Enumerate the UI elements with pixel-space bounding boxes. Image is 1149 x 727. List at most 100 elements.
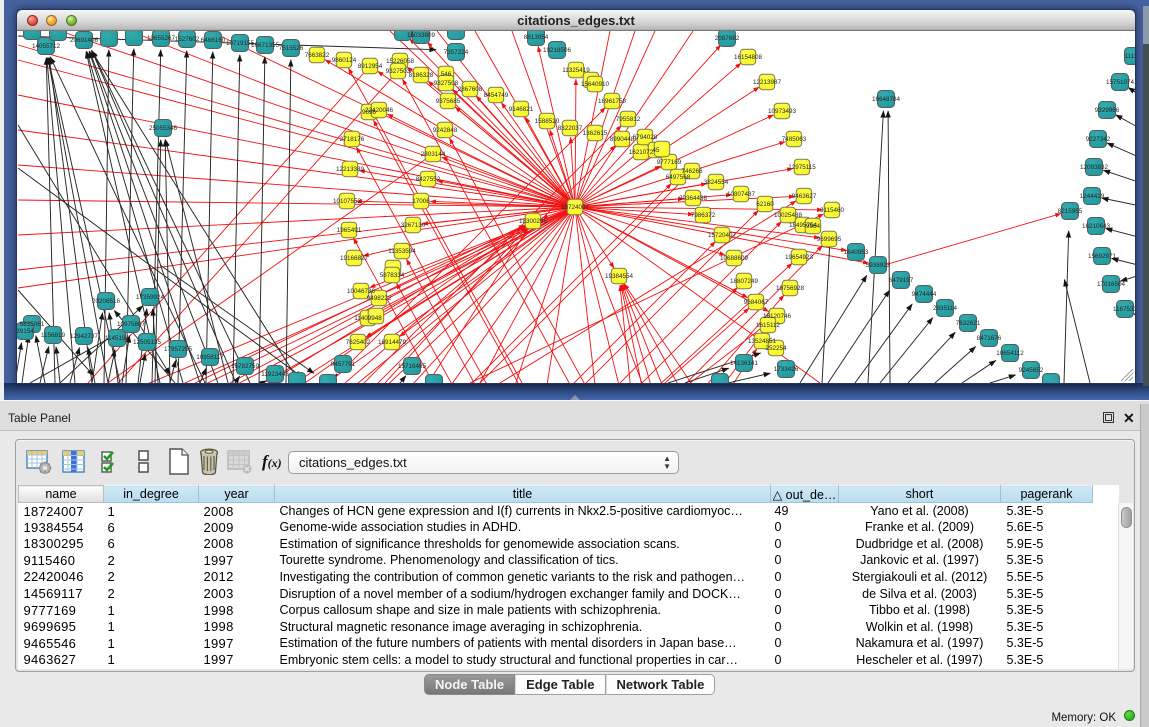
- svg-text:1527602: 1527602: [175, 36, 200, 43]
- svg-text:20206516: 20206516: [92, 298, 121, 305]
- svg-text:6479197: 6479197: [889, 277, 914, 284]
- svg-text:1965491: 1965491: [337, 227, 362, 234]
- svg-text:18724007: 18724007: [561, 204, 590, 211]
- svg-text:19218506: 19218506: [543, 47, 572, 54]
- svg-text:11409948: 11409948: [354, 315, 382, 322]
- svg-text:18300295: 18300295: [519, 218, 548, 225]
- svg-text:9699695: 9699695: [817, 236, 842, 243]
- svg-text:39154: 39154: [17, 328, 34, 335]
- svg-text:12213987: 12213987: [753, 79, 782, 86]
- svg-text:546: 546: [441, 71, 452, 78]
- svg-text:8186328: 8186328: [409, 72, 434, 79]
- svg-text:10046736: 10046736: [347, 288, 376, 295]
- svg-text:14055712: 14055712: [32, 43, 61, 50]
- svg-text:25055346: 25055346: [149, 125, 178, 132]
- svg-text:20691406: 20691406: [70, 37, 99, 44]
- svg-text:9329966: 9329966: [1095, 107, 1120, 114]
- svg-text:7625402: 7625402: [346, 339, 371, 346]
- svg-text:7955812: 7955812: [616, 116, 641, 123]
- svg-text:15716485: 15716485: [398, 363, 427, 370]
- svg-text:10807487: 10807487: [727, 191, 756, 198]
- svg-text:10958117: 10958117: [196, 354, 224, 361]
- svg-text:8427552: 8427552: [416, 176, 441, 183]
- svg-text:6794028: 6794028: [633, 134, 658, 141]
- svg-text:10688609: 10688609: [720, 255, 749, 262]
- svg-text:2935114: 2935114: [933, 305, 958, 312]
- svg-text:22420046: 22420046: [365, 107, 394, 114]
- svg-text:17359924: 17359924: [136, 294, 165, 301]
- svg-text:9860124: 9860124: [332, 57, 357, 64]
- svg-text:11325419: 11325419: [562, 67, 590, 74]
- svg-text:5835061: 5835061: [20, 321, 45, 328]
- svg-text:17957255: 17957255: [164, 346, 193, 353]
- svg-text:746266: 746266: [681, 168, 703, 175]
- svg-text:1733426: 1733426: [774, 366, 799, 373]
- svg-text:9474444: 9474444: [912, 291, 937, 298]
- svg-text:10655267: 10655267: [147, 35, 176, 42]
- svg-text:11353594: 11353594: [388, 248, 416, 255]
- svg-text:15640910: 15640910: [581, 81, 610, 88]
- svg-text:20364436: 20364436: [679, 195, 708, 202]
- svg-text:12093832: 12093832: [1080, 164, 1109, 171]
- svg-text:9242848: 9242848: [433, 127, 458, 134]
- svg-text:19384554: 19384554: [605, 273, 634, 280]
- svg-text:1156819: 1156819: [41, 332, 66, 339]
- svg-text:13524851: 13524851: [748, 338, 777, 345]
- svg-text:3267130: 3267130: [401, 222, 426, 229]
- svg-text:19756928: 19756928: [776, 285, 805, 292]
- svg-text:10654112: 10654112: [996, 350, 1024, 357]
- svg-text:5878334: 5878334: [380, 272, 405, 279]
- svg-text:7663822: 7663822: [305, 52, 330, 59]
- svg-text:1145194: 1145194: [105, 335, 130, 342]
- svg-text:7485063: 7485063: [782, 136, 807, 143]
- svg-text:9245652: 9245652: [1019, 367, 1044, 374]
- svg-text:8322037: 8322037: [558, 125, 583, 132]
- svg-text:1615112: 1615112: [756, 322, 781, 329]
- svg-text:16914479: 16914479: [378, 339, 407, 346]
- svg-text:6466160: 6466160: [201, 37, 226, 44]
- svg-text:9146821: 9146821: [509, 106, 534, 113]
- svg-text:7986372: 7986372: [691, 212, 716, 219]
- svg-text:8813054: 8813054: [524, 34, 549, 41]
- svg-text:16210643: 16210643: [1082, 223, 1111, 230]
- svg-text:2087682: 2087682: [715, 35, 740, 42]
- svg-text:16671355: 16671355: [251, 42, 280, 49]
- svg-text:2867608: 2867608: [458, 86, 483, 93]
- svg-text:7357224: 7357224: [444, 49, 469, 56]
- svg-text:10025488: 10025488: [774, 212, 803, 219]
- svg-text:18807249: 18807249: [730, 278, 759, 285]
- svg-text:1588520: 1588520: [535, 118, 560, 125]
- svg-text:8471676: 8471676: [977, 335, 1002, 342]
- svg-text:16648784: 16648784: [872, 96, 901, 103]
- svg-text:8990448: 8990448: [610, 136, 635, 143]
- svg-text:11923448: 11923448: [261, 371, 289, 378]
- svg-text:1244419: 1244419: [1080, 193, 1105, 200]
- svg-text:10975887: 10975887: [117, 321, 146, 328]
- svg-text:1621072: 1621072: [629, 149, 654, 156]
- svg-text:8454749: 8454749: [484, 92, 509, 99]
- svg-text:252254: 252254: [765, 345, 787, 352]
- svg-text:7515526: 7515526: [279, 45, 304, 52]
- svg-text:9498222: 9498222: [367, 295, 392, 302]
- svg-text:17006: 17006: [412, 198, 430, 205]
- svg-text:15751074: 15751074: [1106, 79, 1135, 86]
- svg-text:10973493: 10973493: [768, 108, 797, 115]
- svg-text:9327503: 9327503: [386, 68, 411, 75]
- svg-text:1362615: 1362615: [583, 130, 608, 137]
- svg-text:19166827: 19166827: [340, 255, 369, 262]
- svg-text:16033809: 16033809: [407, 32, 436, 39]
- svg-text:15720407: 15720407: [708, 232, 737, 239]
- svg-text:9327508: 9327508: [434, 80, 459, 87]
- svg-text:8912954: 8912954: [358, 63, 383, 70]
- svg-text:7632621: 7632621: [956, 320, 981, 327]
- svg-text:62160: 62160: [756, 201, 774, 208]
- svg-text:9115460: 9115460: [820, 207, 845, 214]
- svg-text:9375685: 9375685: [436, 98, 461, 105]
- svg-text:5938923: 5938923: [866, 262, 891, 269]
- svg-text:9227342: 9227342: [1086, 136, 1111, 143]
- svg-text:16154808: 16154808: [734, 54, 763, 61]
- svg-text:16120746: 16120746: [763, 313, 792, 320]
- svg-text:6497568: 6497568: [666, 174, 691, 181]
- svg-text:1640953: 1640953: [844, 249, 869, 256]
- svg-text:15692971: 15692971: [1088, 253, 1117, 260]
